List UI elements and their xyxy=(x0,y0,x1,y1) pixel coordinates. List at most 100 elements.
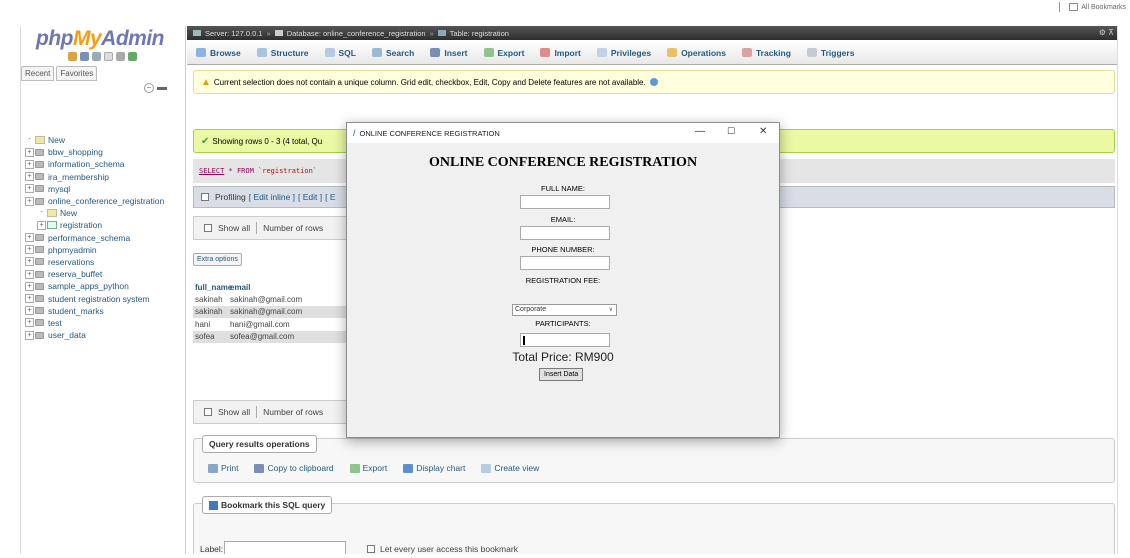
expand-icon[interactable]: + xyxy=(25,257,34,267)
tab-favorites[interactable]: Favorites xyxy=(56,66,98,81)
share-bookmark-option[interactable]: Let every user access this bookmark xyxy=(367,544,518,554)
settings-icon[interactable] xyxy=(116,52,125,61)
show-all-checkbox[interactable] xyxy=(204,224,212,232)
email-field[interactable] xyxy=(520,226,610,240)
tree-item-label[interactable]: registration xyxy=(60,220,102,230)
home-icon[interactable] xyxy=(68,52,77,61)
expand-icon[interactable]: + xyxy=(25,269,34,279)
tab-tracking[interactable]: Tracking xyxy=(741,48,791,58)
expand-icon[interactable]: + xyxy=(25,245,34,255)
explain-link[interactable]: [ E xyxy=(325,192,335,202)
tree-line-icon[interactable]: - xyxy=(25,135,34,145)
expand-icon[interactable]: + xyxy=(25,184,34,194)
expand-icon[interactable]: + xyxy=(25,147,34,157)
show-all-checkbox[interactable] xyxy=(204,408,212,416)
tab-search[interactable]: Search xyxy=(372,48,414,58)
copy-to-clipboard-button[interactable]: Copy to clipboard xyxy=(254,463,334,473)
tab-structure[interactable]: Structure xyxy=(256,48,309,58)
tree-item[interactable]: + sample_apps_python xyxy=(25,280,185,292)
sql-keyword[interactable]: SELECT xyxy=(199,167,224,175)
tree-item[interactable]: + test xyxy=(25,317,185,329)
tree-item[interactable]: - New xyxy=(25,134,185,146)
panel-controls[interactable]: ⚙ ⊼ xyxy=(1099,28,1114,37)
expand-icon[interactable]: + xyxy=(25,172,34,182)
tree-item[interactable]: + registration xyxy=(25,219,185,231)
reload-icon[interactable] xyxy=(128,52,137,61)
tab-operations[interactable]: Operations xyxy=(667,48,726,58)
tree-item-label[interactable]: bbw_shopping xyxy=(48,147,103,157)
phpmyadmin-logo[interactable]: phpMyAdmin xyxy=(36,27,164,51)
registration-fee-select[interactable]: Corporate ∨ xyxy=(512,304,617,316)
extra-options-button[interactable]: Extra options xyxy=(193,253,242,266)
cell-full-name[interactable]: hani xyxy=(193,320,227,329)
expand-icon[interactable]: + xyxy=(25,306,34,316)
tree-item[interactable]: + performance_schema xyxy=(25,232,185,244)
tree-item-label[interactable]: mysql xyxy=(48,184,70,194)
tree-item-label[interactable]: student_marks xyxy=(48,306,104,316)
tree-item-label[interactable]: online_conference_registration xyxy=(48,196,164,206)
print-button[interactable]: Print xyxy=(208,463,238,473)
tab-triggers[interactable]: Triggers xyxy=(806,48,854,58)
full-name-field[interactable] xyxy=(520,195,610,209)
tree-item[interactable]: + phpmyadmin xyxy=(25,244,185,256)
insert-data-button[interactable]: Insert Data xyxy=(539,368,584,381)
tab-import[interactable]: Import xyxy=(540,48,581,58)
participants-field[interactable] xyxy=(520,333,610,347)
cell-full-name[interactable]: sakinah xyxy=(193,295,227,304)
share-bookmark-checkbox[interactable] xyxy=(367,545,375,553)
tree-item-label[interactable]: New xyxy=(60,208,77,218)
create-view-button[interactable]: Create view xyxy=(481,463,539,473)
bookmark-label-input[interactable] xyxy=(224,541,346,554)
tree-item[interactable]: + student registration system xyxy=(25,292,185,304)
expand-icon[interactable]: + xyxy=(25,318,34,328)
help-icon[interactable] xyxy=(649,78,658,86)
bookmarks-bar[interactable]: All Bookmarks xyxy=(1059,2,1126,12)
expand-icon[interactable]: + xyxy=(25,159,34,169)
tree-line-icon[interactable]: - xyxy=(37,208,46,218)
tree-item[interactable]: + bbw_shopping xyxy=(25,146,185,158)
collapse-all-icon[interactable]: − xyxy=(144,83,154,93)
phone-field[interactable] xyxy=(520,256,610,270)
dialog-titlebar[interactable]: / ONLINE CONFERENCE REGISTRATION — ☐ ✕ xyxy=(347,123,779,143)
tree-item-label[interactable]: reserva_buffet xyxy=(48,269,102,279)
tree-item[interactable]: + information_schema xyxy=(25,158,185,170)
close-icon[interactable]: ✕ xyxy=(759,126,767,137)
expand-icon[interactable]: + xyxy=(25,281,34,291)
edit-link[interactable]: [ Edit ] xyxy=(298,192,322,202)
tab-sql[interactable]: SQL xyxy=(324,48,356,58)
minimize-icon[interactable]: — xyxy=(695,126,705,137)
expand-icon[interactable]: + xyxy=(25,233,34,243)
tree-item-label[interactable]: test xyxy=(48,318,62,328)
tree-item[interactable]: + ira_membership xyxy=(25,171,185,183)
tree-item-label[interactable]: phpmyadmin xyxy=(48,245,97,255)
tree-item-label[interactable]: user_data xyxy=(48,330,86,340)
column-header-full-name[interactable]: full_name xyxy=(193,283,232,292)
tab-export[interactable]: Export xyxy=(483,48,524,58)
maximize-icon[interactable]: ☐ xyxy=(727,126,735,137)
tab-privileges[interactable]: Privileges xyxy=(596,48,651,58)
expand-icon[interactable]: + xyxy=(25,196,34,206)
tree-item-label[interactable]: performance_schema xyxy=(48,233,130,243)
edit-inline-link[interactable]: [ Edit inline ] xyxy=(249,192,295,202)
docs-icon[interactable] xyxy=(104,52,113,61)
link-icon[interactable] xyxy=(157,86,167,90)
tab-browse[interactable]: Browse xyxy=(196,48,241,58)
help-icon[interactable] xyxy=(92,52,101,61)
cell-full-name[interactable]: sofea xyxy=(193,332,227,341)
export-button[interactable]: Export xyxy=(349,463,387,473)
tree-item-label[interactable]: New xyxy=(48,135,65,145)
breadcrumb-table[interactable]: Table: registration xyxy=(450,29,509,38)
tree-item[interactable]: + online_conference_registration xyxy=(25,195,185,207)
tab-recent[interactable]: Recent xyxy=(21,66,55,81)
profiling-checkbox[interactable] xyxy=(201,193,209,201)
tree-item-label[interactable]: information_schema xyxy=(48,159,125,169)
cell-full-name[interactable]: sakinah xyxy=(193,307,227,316)
expand-icon[interactable]: + xyxy=(25,330,34,340)
tree-item-label[interactable]: ira_membership xyxy=(48,172,109,182)
tree-item[interactable]: + student_marks xyxy=(25,305,185,317)
tree-item[interactable]: + mysql xyxy=(25,183,185,195)
breadcrumb-database[interactable]: Database: online_conference_registration xyxy=(287,29,426,38)
tree-item[interactable]: + reservations xyxy=(25,256,185,268)
all-bookmarks-label[interactable]: All Bookmarks xyxy=(1081,4,1126,11)
exit-icon[interactable] xyxy=(80,52,89,61)
